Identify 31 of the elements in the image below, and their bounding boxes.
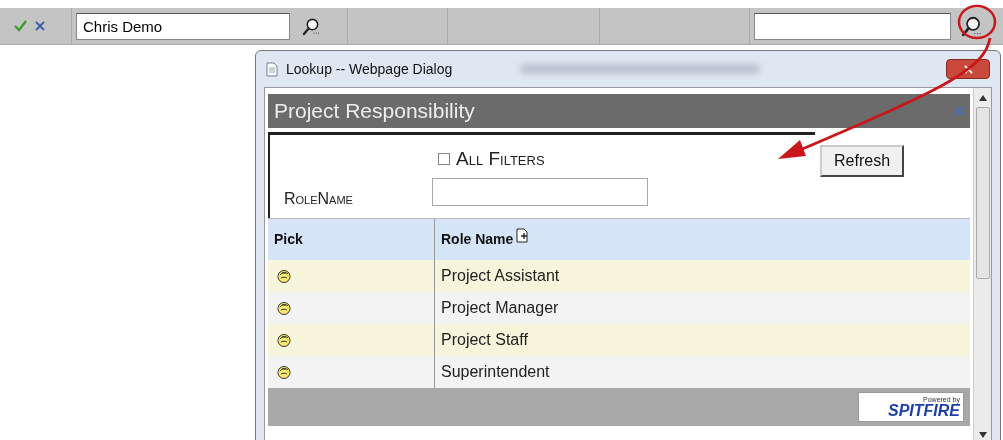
table-row[interactable]: Project Manager: [268, 292, 970, 324]
close-button[interactable]: [946, 59, 990, 79]
window-title: Lookup -- Webpage Dialog: [286, 59, 453, 79]
checkbox-label: All Filters: [456, 147, 545, 171]
table-cell-text: Project Staff: [441, 330, 528, 350]
highlight-circle: [957, 4, 997, 40]
table-cell-text: Project Assistant: [441, 266, 560, 286]
all-filters-checkbox[interactable]: [438, 153, 450, 166]
scrollbar-thumb[interactable]: [975, 107, 990, 279]
document-icon: [266, 61, 278, 77]
close-icon[interactable]: [35, 21, 45, 31]
table-row[interactable]: Project Assistant: [268, 260, 970, 292]
field-label: RoleName: [284, 189, 353, 209]
refresh-button[interactable]: Refresh: [820, 145, 905, 177]
up-arrow-icon[interactable]: [978, 95, 987, 101]
down-arrow-icon[interactable]: [978, 432, 987, 438]
table-row[interactable]: Superintendent: [268, 356, 970, 388]
search-icon[interactable]: [961, 15, 983, 37]
close-icon: [963, 64, 973, 74]
name-field[interactable]: Chris Demo: [76, 12, 290, 40]
logo-text: SPITFIRE: [888, 402, 960, 419]
column-header[interactable]: Role Name: [441, 229, 514, 250]
table-cell-text: Project Manager: [441, 298, 559, 318]
role-name-field[interactable]: [432, 178, 648, 206]
check-icon[interactable]: [14, 20, 27, 32]
search-field[interactable]: [754, 12, 951, 40]
table-cell-text: Superintendent: [441, 362, 550, 382]
scrollbar[interactable]: [973, 88, 991, 440]
table-row[interactable]: Project Staff: [268, 324, 970, 356]
search-icon[interactable]: [302, 16, 321, 36]
panel-title: Project Responsibility: [274, 98, 475, 125]
